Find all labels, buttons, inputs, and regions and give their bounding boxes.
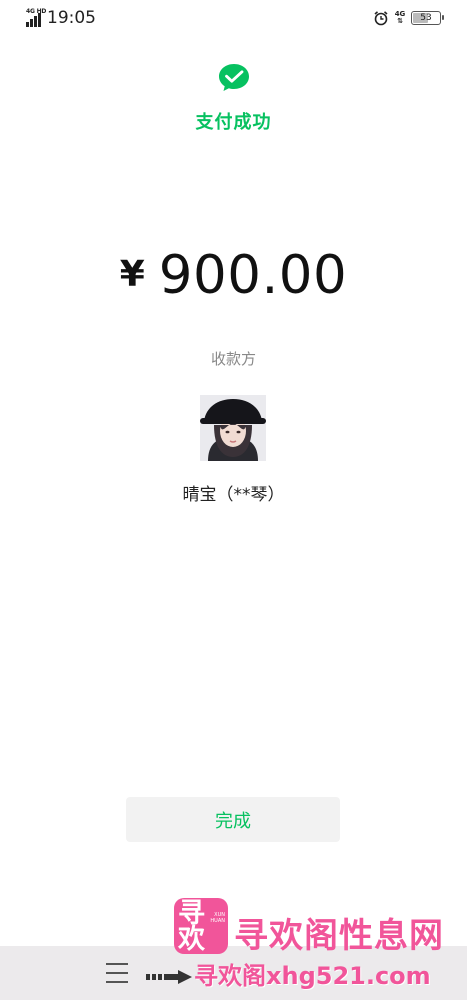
arrow-right-icon <box>146 970 192 984</box>
status-bar-right: 4G ⇅ 53 <box>373 10 444 26</box>
watermark-logo-glyph: 寻欢 <box>178 898 205 954</box>
amount-value: 900.00 <box>158 245 348 306</box>
battery-level: 53 <box>420 13 432 23</box>
mobile-data-icon: 4G ⇅ <box>394 10 406 25</box>
wechat-pay-check-icon <box>219 64 249 91</box>
status-bar-left: 4G HD 19:05 <box>26 8 96 28</box>
payee-name: 晴宝（**琴） <box>182 485 285 505</box>
watermark-site-name: 寻欢阁性息网 <box>234 916 444 956</box>
network-type-label: 4G HD <box>26 8 47 15</box>
payee-label: 收款方 <box>210 350 256 368</box>
watermark-logo: 寻欢 XUN HUAN <box>174 898 228 954</box>
status-bar: 4G HD 19:05 4G ⇅ 53 <box>0 0 467 38</box>
done-button[interactable]: 完成 <box>126 797 340 842</box>
payee-avatar <box>200 395 266 461</box>
menu-icon[interactable] <box>106 963 128 983</box>
payee-avatar-image <box>200 395 266 461</box>
battery-icon: 53 <box>411 11 444 25</box>
payment-amount: ¥900.00 <box>0 246 467 306</box>
status-time: 19:05 <box>47 8 96 28</box>
mobile-data-label: 4G <box>394 10 406 18</box>
watermark: 寻欢 XUN HUAN 寻欢阁性息网 寻欢阁xhg521.com <box>146 896 467 1000</box>
alarm-icon <box>374 11 388 26</box>
watermark-url: 寻欢阁xhg521.com <box>194 962 431 990</box>
currency-symbol: ¥ <box>119 254 145 295</box>
watermark-logo-mark: XUN HUAN <box>210 912 225 924</box>
payment-status-title: 支付成功 <box>195 112 272 133</box>
